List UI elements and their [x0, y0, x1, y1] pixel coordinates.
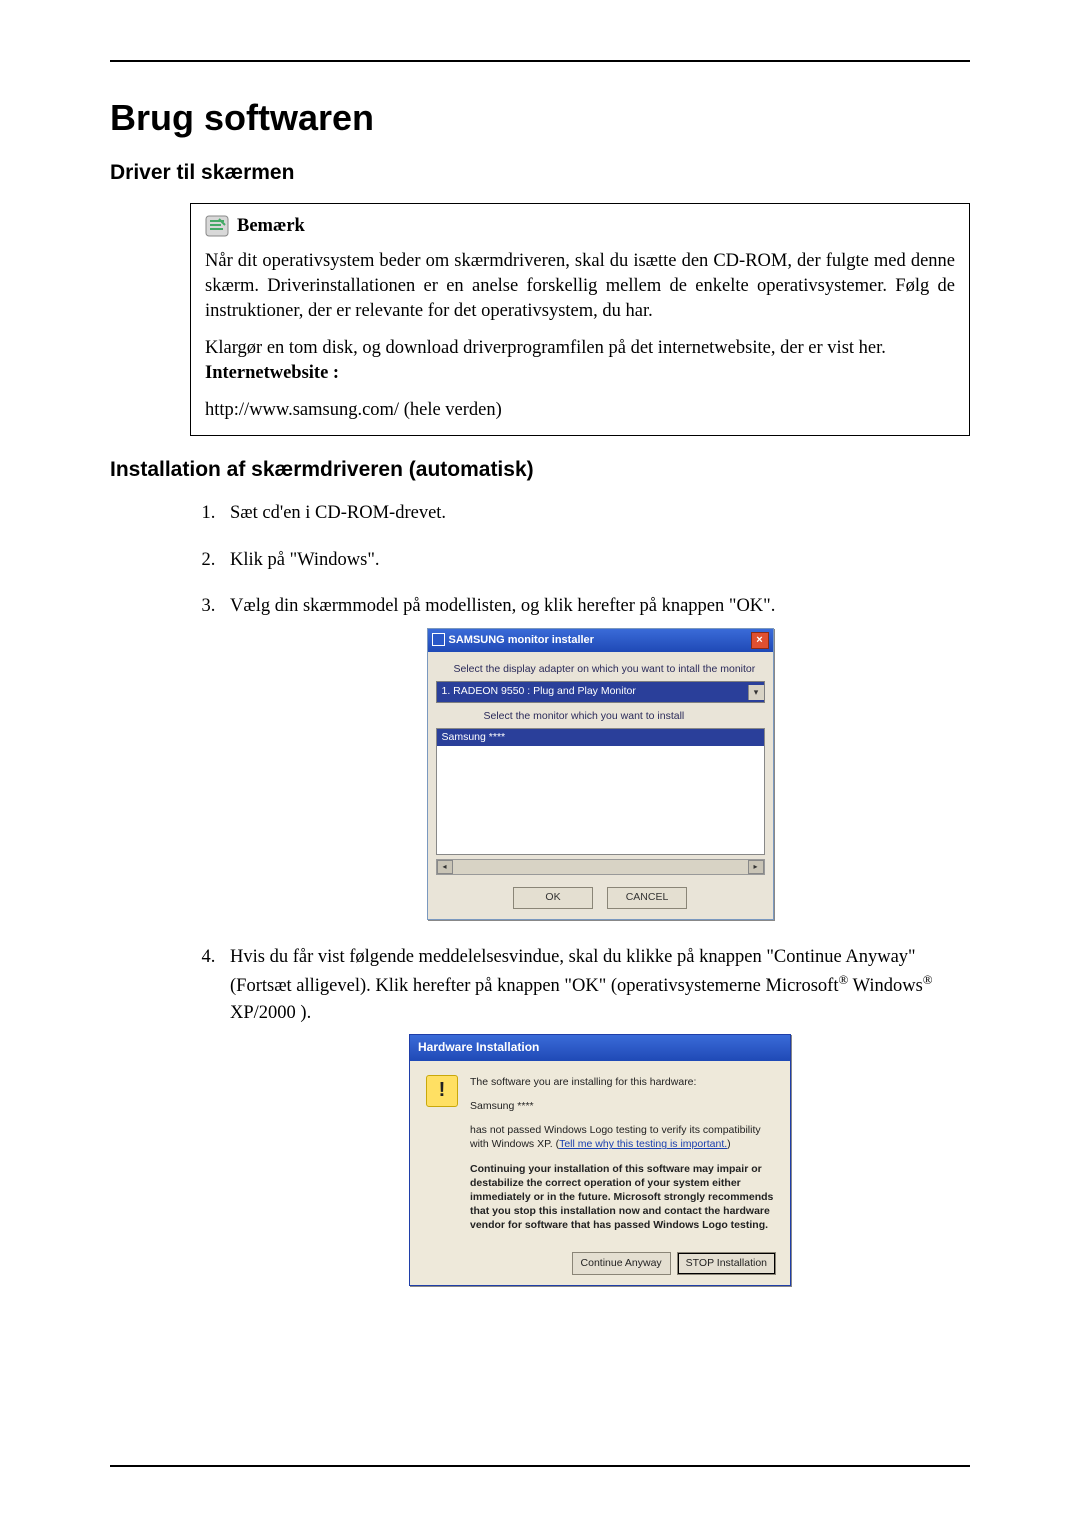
- note-icon: [205, 215, 229, 237]
- close-icon[interactable]: ×: [751, 632, 769, 649]
- note-p2-text: Klargør en tom disk, og download driverp…: [205, 338, 886, 358]
- scroll-right-icon[interactable]: ▸: [748, 860, 764, 874]
- step-4: Hvis du får vist følgende meddelelsesvin…: [220, 944, 970, 1287]
- step-4-text-c: XP/2000 ).: [230, 1003, 311, 1023]
- scroll-left-icon[interactable]: ◂: [437, 860, 453, 874]
- step-2: Klik på "Windows".: [220, 547, 970, 574]
- logo-testing-link[interactable]: Tell me why this testing is important.: [559, 1138, 727, 1150]
- hw-p2: has not passed Windows Logo testing to v…: [470, 1123, 774, 1151]
- monitor-listbox[interactable]: Samsung ****: [436, 728, 765, 855]
- note-box: Bemærk Når dit operativsystem beder om s…: [190, 203, 970, 436]
- cancel-button[interactable]: CANCEL: [607, 887, 687, 909]
- step-3-text: Vælg din skærmmodel på modellisten, og k…: [230, 596, 775, 616]
- internet-site-label: Internetwebsite :: [205, 363, 339, 383]
- hw-dialog-title: Hardware Installation: [410, 1035, 790, 1060]
- horizontal-scrollbar[interactable]: ◂ ▸: [436, 859, 765, 875]
- note-url: http://www.samsung.com/ (hele verden): [205, 398, 955, 423]
- installer-label-adapter: Select the display adapter on which you …: [454, 662, 765, 677]
- install-steps: Sæt cd'en i CD-ROM-drevet. Klik på "Wind…: [190, 500, 970, 1287]
- hw-device: Samsung ****: [470, 1099, 774, 1113]
- adapter-combobox[interactable]: 1. RADEON 9550 : Plug and Play Monitor ▾: [436, 681, 765, 702]
- step-4-text-a: Hvis du får vist følgende meddelelsesvin…: [230, 947, 916, 996]
- note-title: Bemærk: [237, 214, 305, 239]
- adapter-value: 1. RADEON 9550 : Plug and Play Monitor: [437, 682, 748, 701]
- top-rule: [110, 60, 970, 62]
- ok-button[interactable]: OK: [513, 887, 593, 909]
- hardware-installation-dialog: Hardware Installation ! The software you…: [409, 1034, 791, 1286]
- stop-installation-button[interactable]: STOP Installation: [677, 1252, 776, 1275]
- installer-dialog: SAMSUNG monitor installer × Select the d…: [427, 628, 774, 920]
- step-1: Sæt cd'en i CD-ROM-drevet.: [220, 500, 970, 527]
- continue-anyway-button[interactable]: Continue Anyway: [572, 1252, 671, 1275]
- chevron-down-icon[interactable]: ▾: [748, 685, 764, 700]
- reg-mark-1: ®: [838, 972, 848, 987]
- hw-warning: Continuing your installation of this sof…: [470, 1162, 774, 1233]
- installer-label-monitor: Select the monitor which you want to ins…: [484, 709, 765, 724]
- section-install-auto: Installation af skærmdriveren (automatis…: [110, 458, 970, 482]
- hw-dialog-text: The software you are installing for this…: [470, 1075, 774, 1243]
- page-title: Brug softwaren: [110, 97, 970, 139]
- monitor-selected-item[interactable]: Samsung ****: [437, 729, 764, 746]
- hw-p1: The software you are installing for this…: [470, 1075, 774, 1089]
- bottom-rule: [110, 1465, 970, 1467]
- reg-mark-2: ®: [923, 972, 933, 987]
- section-driver: Driver til skærmen: [110, 161, 970, 185]
- step-4-text-b: Windows: [848, 976, 922, 996]
- step-3: Vælg din skærmmodel på modellisten, og k…: [220, 593, 970, 919]
- warning-icon: !: [426, 1075, 458, 1107]
- note-paragraph-1: Når dit operativsystem beder om skærmdri…: [205, 249, 955, 324]
- note-paragraph-2: Klargør en tom disk, og download driverp…: [205, 336, 955, 386]
- installer-title: SAMSUNG monitor installer: [432, 633, 594, 649]
